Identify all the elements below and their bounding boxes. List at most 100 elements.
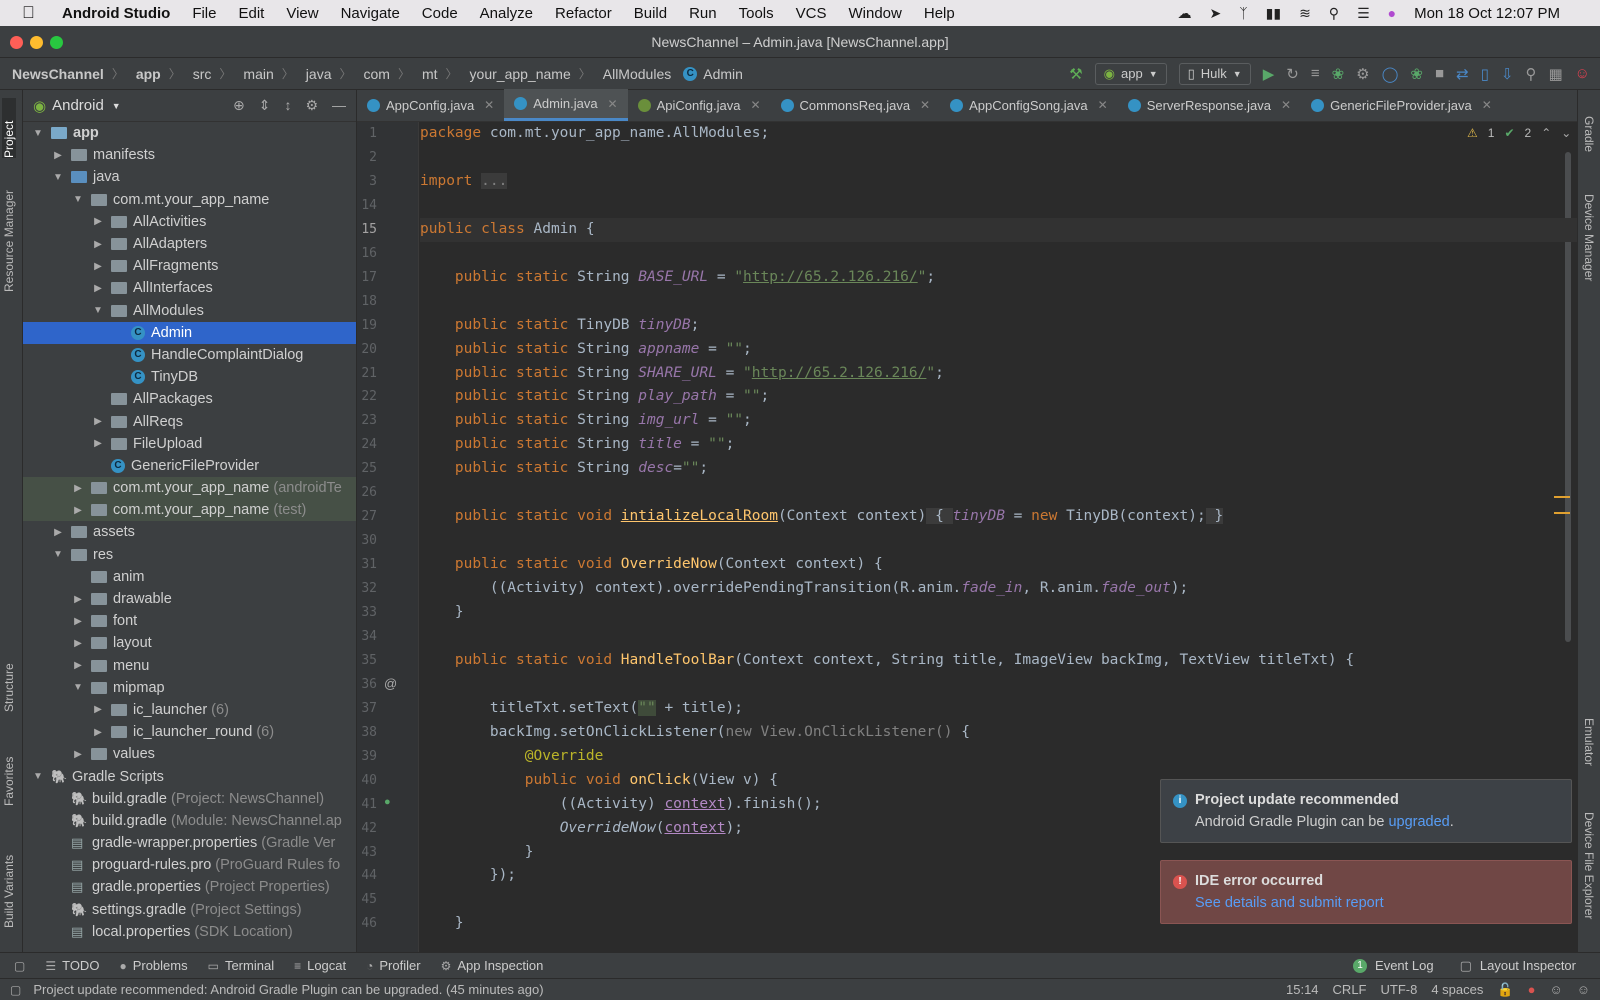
tree-item[interactable]: ▶ AllAdapters xyxy=(23,233,356,255)
tree-item[interactable]: ▤ gradle-wrapper.properties (Gradle Ver xyxy=(23,832,356,854)
creative-cloud-icon[interactable]: ☁ xyxy=(1178,5,1192,22)
line-number[interactable]: 26 xyxy=(357,485,377,500)
emulator-tool-tab[interactable]: Emulator xyxy=(1582,718,1596,798)
code-line[interactable]: public static void HandleToolBar(Context… xyxy=(420,652,1354,668)
chevron-right-icon[interactable]: ▶ xyxy=(71,660,85,671)
tree-item[interactable]: ▶ drawable xyxy=(23,588,356,610)
menu-tools[interactable]: Tools xyxy=(739,5,774,22)
bottom-tool-profiler[interactable]: ◔ Profiler xyxy=(366,958,420,973)
stop-icon[interactable]: ■ xyxy=(1435,65,1444,82)
error-indicator-icon[interactable]: ● xyxy=(1528,982,1536,997)
tree-item[interactable]: ▤ gradle.properties (Project Properties) xyxy=(23,876,356,898)
line-number[interactable]: 35 xyxy=(357,653,377,668)
menu-run[interactable]: Run xyxy=(689,5,717,22)
line-number[interactable]: 24 xyxy=(357,437,377,452)
code-line[interactable]: }); xyxy=(420,867,516,883)
tree-item[interactable]: ▶ menu xyxy=(23,655,356,677)
chevron-right-icon[interactable]: ▶ xyxy=(51,527,65,538)
chevron-right-icon[interactable]: ▶ xyxy=(91,416,105,427)
sync-gradle-icon[interactable]: ⇄ xyxy=(1456,65,1469,83)
hammer-build-icon[interactable]: ⚒ xyxy=(1069,65,1082,83)
line-number[interactable]: 14 xyxy=(357,198,377,213)
line-number[interactable]: 3 xyxy=(357,174,377,189)
code-line[interactable]: public class Admin { xyxy=(420,221,595,237)
line-number[interactable]: 31 xyxy=(357,557,377,572)
code-line[interactable]: public static String desc=""; xyxy=(420,460,708,476)
chevron-down-icon[interactable]: ▼ xyxy=(51,549,65,560)
line-number[interactable]: 20 xyxy=(357,342,377,357)
editor-tab[interactable]: AppConfigSong.java ✕ xyxy=(940,89,1118,121)
location-icon[interactable]: ➤ xyxy=(1210,5,1222,22)
tree-item[interactable]: ▶ AllFragments xyxy=(23,255,356,277)
line-number[interactable]: 42 xyxy=(357,821,377,836)
breadcrumb-item[interactable]: NewsChannel xyxy=(12,66,104,82)
layout-inspector-tab[interactable]: Layout Inspector xyxy=(1480,958,1576,973)
tree-item[interactable]: ▤ proguard-rules.pro (ProGuard Rules fo xyxy=(23,854,356,876)
code-line[interactable]: ((Activity) context).overridePendingTran… xyxy=(420,580,1188,596)
chevron-right-icon[interactable]: ▶ xyxy=(71,638,85,649)
editor-tab[interactable]: CommonsReq.java ✕ xyxy=(771,89,941,121)
line-number[interactable]: 34 xyxy=(357,629,377,644)
tree-item[interactable]: ▶ AllReqs xyxy=(23,410,356,432)
chevron-down-icon[interactable]: ▼ xyxy=(31,128,45,139)
chevron-down-icon[interactable]: ⌄ xyxy=(1561,126,1571,140)
chevron-right-icon[interactable]: ▶ xyxy=(91,261,105,272)
breadcrumb-item[interactable]: mt xyxy=(422,66,438,82)
code-line[interactable]: public static String img_url = ""; xyxy=(420,412,752,428)
user-avatar-icon[interactable]: ☺ xyxy=(1575,65,1590,82)
line-number[interactable]: 36 xyxy=(357,677,377,692)
chevron-right-icon[interactable]: ▶ xyxy=(51,150,65,161)
submit-report-link[interactable]: See details and submit report xyxy=(1195,895,1384,911)
run-icon[interactable]: ▶ xyxy=(1263,65,1275,83)
tree-item[interactable]: ▼ mipmap xyxy=(23,677,356,699)
breadcrumb-item[interactable]: com xyxy=(364,66,390,82)
editor-tab[interactable]: GenericFileProvider.java ✕ xyxy=(1301,89,1502,121)
feedback-icon[interactable]: ☺ xyxy=(1577,982,1590,997)
code-line[interactable]: import ... xyxy=(420,172,508,189)
line-number[interactable]: 25 xyxy=(357,461,377,476)
tree-item[interactable]: 🐘 build.gradle (Module: NewsChannel.ap xyxy=(23,810,356,832)
tree-item[interactable]: anim xyxy=(23,566,356,588)
code-line[interactable]: public static void OverrideNow(Context c… xyxy=(420,556,883,572)
chevron-right-icon[interactable]: ▶ xyxy=(91,438,105,449)
close-tab-icon[interactable]: ✕ xyxy=(1482,98,1492,112)
expand-all-icon[interactable]: ⇕ xyxy=(259,97,271,114)
chevron-down-icon[interactable]: ▼ xyxy=(71,682,85,693)
breadcrumb-item[interactable]: main xyxy=(243,66,273,82)
ide-error-notification[interactable]: ! IDE error occurred See details and sub… xyxy=(1160,860,1572,924)
line-number[interactable]: 21 xyxy=(357,366,377,381)
gear-icon[interactable]: ⚙ xyxy=(305,97,318,114)
code-line[interactable]: public static String BASE_URL = "http://… xyxy=(420,269,935,285)
line-number[interactable]: 1 xyxy=(357,126,377,141)
line-number[interactable]: 27 xyxy=(357,509,377,524)
implements-marker-icon[interactable]: ● xyxy=(384,796,391,808)
line-separator[interactable]: CRLF xyxy=(1333,982,1367,997)
line-number[interactable]: 45 xyxy=(357,892,377,907)
code-line[interactable]: public static TinyDB tinyDB; xyxy=(420,317,699,333)
tree-item[interactable]: ▶ AllActivities xyxy=(23,211,356,233)
code-line[interactable]: backImg.setOnClickListener(new View.OnCl… xyxy=(420,724,970,740)
line-number[interactable]: 23 xyxy=(357,413,377,428)
tree-item[interactable]: ▶ com.mt.your_app_name (test) xyxy=(23,499,356,522)
chevron-right-icon[interactable]: ▶ xyxy=(71,749,85,760)
inspector-face-icon[interactable]: ☺ xyxy=(1549,982,1562,997)
chevron-right-icon[interactable]: ▶ xyxy=(91,704,105,715)
coverage-icon[interactable]: ⚙ xyxy=(1356,65,1369,83)
gradle-tool-tab[interactable]: Gradle xyxy=(1582,116,1596,176)
app-menu[interactable]: Android Studio xyxy=(62,5,170,22)
caret-position[interactable]: 15:14 xyxy=(1286,982,1319,997)
project-tool-tab[interactable]: Project xyxy=(2,98,16,158)
code-line[interactable]: ((Activity) context).finish(); xyxy=(420,796,822,812)
status-toggle-icon[interactable]: ▢ xyxy=(10,983,21,997)
chevron-right-icon[interactable]: ▶ xyxy=(71,483,85,494)
upgrade-link[interactable]: upgraded xyxy=(1388,814,1449,830)
tree-item[interactable]: C GenericFileProvider xyxy=(23,455,356,477)
bottom-tool-terminal[interactable]: ▭ Terminal xyxy=(208,958,274,973)
indent-setting[interactable]: 4 spaces xyxy=(1431,982,1483,997)
device-dropdown[interactable]: ▯ Hulk ▼ xyxy=(1178,62,1251,85)
resource-manager-tool-tab[interactable]: Resource Manager xyxy=(2,182,16,292)
battery-icon[interactable]: ▮▮ xyxy=(1266,5,1281,22)
device-file-explorer-tool-tab[interactable]: Device File Explorer xyxy=(1582,812,1596,952)
debug-icon[interactable]: ❀ xyxy=(1332,65,1345,83)
tree-item[interactable]: C TinyDB xyxy=(23,366,356,388)
